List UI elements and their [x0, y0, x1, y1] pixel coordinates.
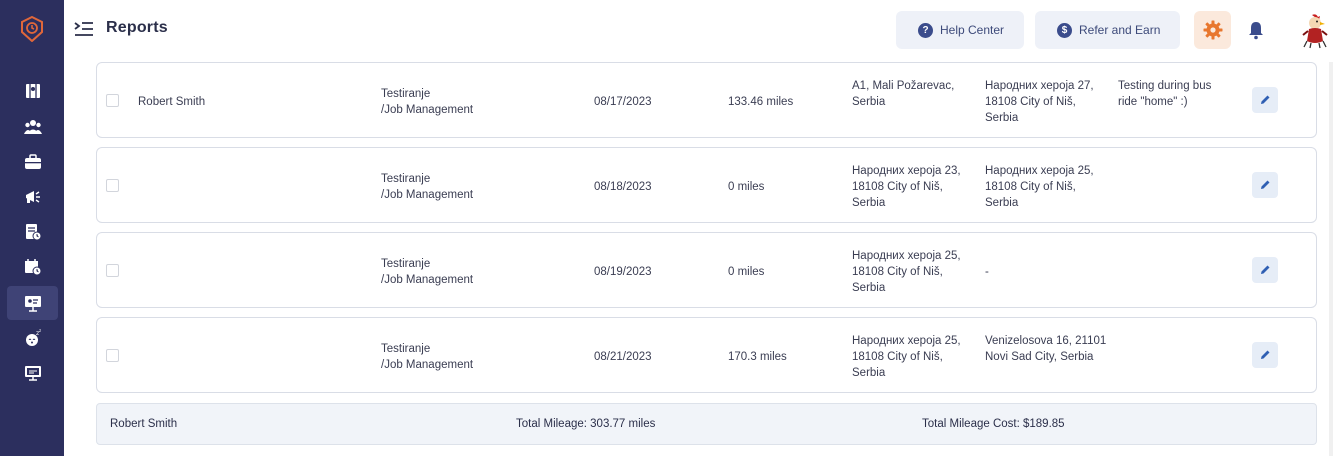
- nav-reports[interactable]: [7, 286, 58, 320]
- nav-map[interactable]: [7, 74, 58, 108]
- bell-icon: [1249, 22, 1263, 40]
- app-logo-icon[interactable]: [20, 15, 44, 43]
- row-checkbox[interactable]: [106, 264, 119, 277]
- end-address: Народних хероја 27, 18108 City of Niš, S…: [985, 80, 1094, 124]
- sleep-icon: zz: [25, 329, 41, 346]
- report-clock-icon: [25, 224, 41, 241]
- start-address: Народних хероја 23, 18108 City of Niš, S…: [852, 165, 961, 209]
- help-center-button[interactable]: ? Help Center: [896, 11, 1024, 49]
- job-category: /Job Management: [381, 104, 474, 116]
- calendar-clock-icon: [24, 259, 41, 276]
- help-center-label: Help Center: [940, 23, 1005, 37]
- job-name: Testiranje /Job Management: [381, 256, 473, 288]
- table-row: Robert Smith Testiranje /Job Management …: [96, 62, 1317, 138]
- nav-reports-list[interactable]: [7, 215, 58, 249]
- settings-button[interactable]: [1194, 11, 1231, 49]
- pencil-icon: [1261, 265, 1270, 274]
- trip-date: 08/18/2023: [594, 181, 652, 193]
- monitor-icon: [24, 366, 41, 381]
- gear-icon: [1203, 20, 1222, 40]
- table-row: Testiranje /Job Management 08/21/2023 17…: [96, 317, 1317, 393]
- row-checkbox[interactable]: [106, 94, 119, 107]
- nav-announcements[interactable]: [7, 180, 58, 214]
- refer-and-earn-button[interactable]: $ Refer and Earn: [1035, 11, 1180, 49]
- job-name: Testiranje /Job Management: [381, 341, 473, 373]
- job-project: Testiranje: [381, 258, 431, 270]
- nav-schedule[interactable]: [7, 250, 58, 284]
- start-address: Народних хероја 25, 18108 City of Niš, S…: [852, 335, 961, 379]
- top-bar: Reports ? Help Center $ Refer and Earn: [64, 0, 1335, 62]
- job-project: Testiranje: [381, 173, 431, 185]
- trip-miles: 133.46 miles: [728, 96, 794, 108]
- pencil-icon: [1261, 180, 1270, 189]
- edit-button[interactable]: [1252, 87, 1278, 113]
- scrollbar[interactable]: [1329, 62, 1333, 456]
- job-project: Testiranje: [381, 343, 431, 355]
- presentation-icon: [24, 296, 41, 312]
- team-icon: [23, 120, 42, 134]
- sidebar: zz: [0, 0, 64, 456]
- question-icon: ?: [918, 22, 933, 38]
- notifications-button[interactable]: [1247, 20, 1265, 40]
- menu-toggle-icon[interactable]: [74, 20, 94, 38]
- job-name: Testiranje /Job Management: [381, 86, 473, 118]
- summary-employee-name: Robert Smith: [110, 418, 178, 430]
- refer-and-earn-label: Refer and Earn: [1079, 23, 1161, 37]
- employee-name: Robert Smith: [138, 96, 206, 108]
- end-address: Venizelosova 16, 21101 Novi Sad City, Se…: [985, 335, 1107, 363]
- edit-button[interactable]: [1252, 172, 1278, 198]
- job-name: Testiranje /Job Management: [381, 171, 473, 203]
- row-checkbox[interactable]: [106, 349, 119, 362]
- trip-miles: 0 miles: [728, 181, 765, 193]
- job-project: Testiranje: [381, 88, 431, 100]
- total-mileage-cost: Total Mileage Cost: $189.85: [922, 418, 1065, 430]
- trip-miles: 170.3 miles: [728, 351, 787, 363]
- pencil-icon: [1261, 95, 1270, 104]
- svg-text:z: z: [39, 329, 41, 333]
- edit-button[interactable]: [1252, 257, 1278, 283]
- nav-team[interactable]: [7, 110, 58, 144]
- report-summary: Robert Smith Total Mileage: 303.77 miles…: [96, 403, 1317, 445]
- pencil-icon: [1261, 350, 1270, 359]
- nav-time-off[interactable]: zz: [7, 321, 58, 355]
- job-category: /Job Management: [381, 189, 474, 201]
- table-row: Testiranje /Job Management 08/18/2023 0 …: [96, 147, 1317, 223]
- briefcase-icon: [24, 154, 41, 169]
- total-mileage: Total Mileage: 303.77 miles: [516, 418, 656, 430]
- end-address: Народних хероја 25, 18108 City of Niš, S…: [985, 165, 1094, 209]
- nav-jobs[interactable]: [7, 145, 58, 179]
- trip-date: 08/19/2023: [594, 266, 652, 278]
- user-avatar[interactable]: [1300, 13, 1330, 49]
- map-icon: [25, 84, 40, 98]
- trip-date: 08/21/2023: [594, 351, 652, 363]
- job-category: /Job Management: [381, 274, 474, 286]
- start-address: A1, Mali Požarevac, Serbia: [852, 80, 955, 108]
- dollar-icon: $: [1057, 22, 1072, 38]
- trip-miles: 0 miles: [728, 266, 765, 278]
- start-address: Народних хероја 25, 18108 City of Niš, S…: [852, 250, 961, 294]
- megaphone-icon: [25, 191, 40, 203]
- table-row: Testiranje /Job Management 08/19/2023 0 …: [96, 232, 1317, 308]
- edit-button[interactable]: [1252, 342, 1278, 368]
- page-title: Reports: [106, 19, 168, 36]
- row-checkbox[interactable]: [106, 179, 119, 192]
- job-category: /Job Management: [381, 359, 474, 371]
- trip-note: Testing during bus ride "home" :): [1118, 80, 1212, 108]
- trip-date: 08/17/2023: [594, 96, 652, 108]
- nav-devices[interactable]: [7, 356, 58, 390]
- end-address: -: [985, 266, 989, 278]
